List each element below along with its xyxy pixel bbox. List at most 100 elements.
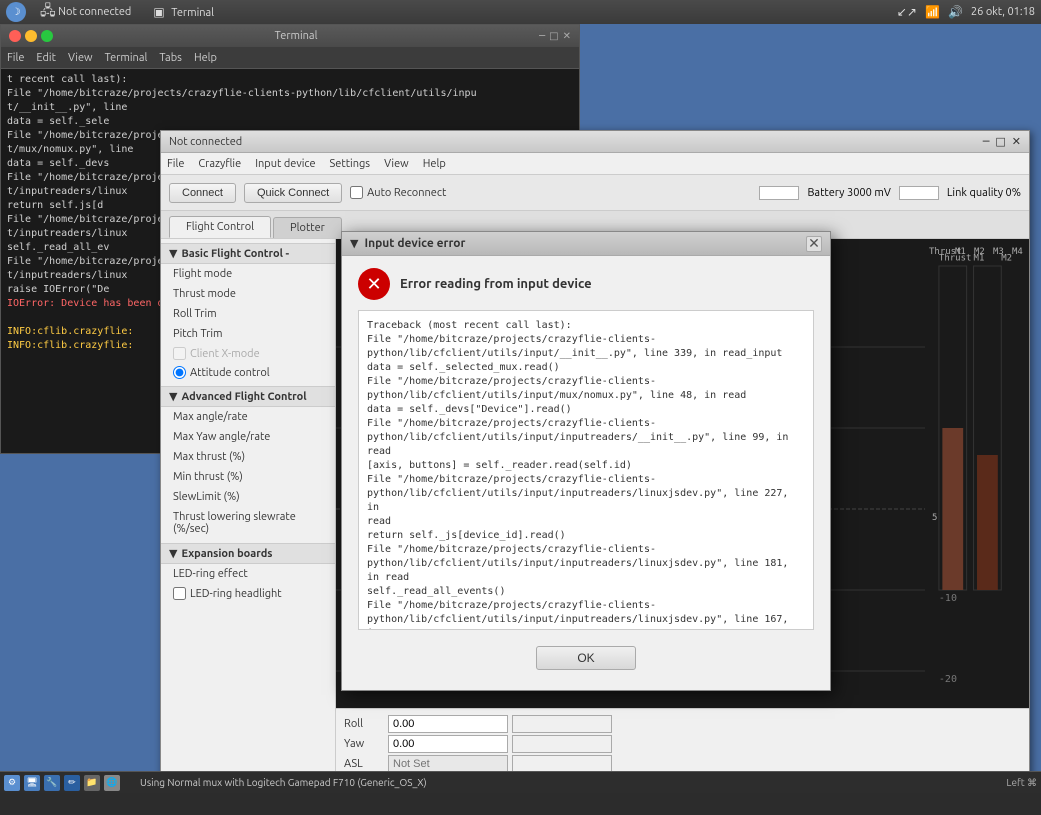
taskbar-icon-2[interactable]: 🖥 (24, 775, 40, 791)
ok-button[interactable]: OK (536, 646, 635, 670)
traceback-line: python/lib/cfclient/utils/input/__init__… (367, 347, 805, 361)
led-ring-headlight-checkbox[interactable] (173, 587, 186, 600)
os-logo[interactable]: ☽ (6, 2, 26, 22)
terminal-window-dots (9, 30, 53, 42)
thrust-mode-item[interactable]: Thrust mode (161, 284, 335, 304)
traceback-line: python/lib/cfclient/utils/input/inputrea… (367, 613, 805, 630)
taskbar-icon-3[interactable]: 🔧 (44, 775, 60, 791)
max-yaw-item[interactable]: Max Yaw angle/rate (161, 427, 335, 447)
roll-trim-item[interactable]: Roll Trim (161, 304, 335, 324)
basic-flight-header: ▼ Basic Flight Control - (161, 243, 335, 264)
led-ring-headlight-item[interactable]: LED-ring headlight (161, 584, 335, 603)
taskbar-icon-1[interactable]: ⚙ (4, 775, 20, 791)
taskbar-status: Using Normal mux with Logitech Gamepad F… (132, 777, 1002, 788)
svg-text:-20: -20 (939, 674, 957, 685)
terminal-line: data = self._sele (7, 115, 573, 129)
terminal-window-controls: ─ □ ✕ (539, 30, 571, 42)
slew-limit-item[interactable]: SlewLimit (%) (161, 487, 335, 507)
min-thrust-item[interactable]: Min thrust (%) (161, 467, 335, 487)
modal-traceback[interactable]: Traceback (most recent call last): File … (358, 310, 814, 630)
datetime: 26 okt, 01:18 (971, 6, 1035, 18)
yaw-input[interactable] (388, 735, 508, 753)
app-menu-crazyflie[interactable]: Crazyflie (198, 158, 241, 170)
thrust-lowering-item[interactable]: Thrust lowering slewrate (%/sec) (161, 507, 335, 539)
taskbar-system-icons: ⚙ 🖥 🔧 ✏ 📁 🌐 (4, 775, 120, 791)
max-thrust-item[interactable]: Max thrust (%) (161, 447, 335, 467)
traceback-header: Traceback (most recent call last): (367, 319, 805, 333)
yaw-label: Yaw (344, 738, 384, 750)
expansion-arrow: ▼ (169, 547, 177, 560)
roll-input[interactable] (388, 715, 508, 733)
app-close-icon[interactable]: ✕ (1012, 135, 1021, 148)
terminal-menu-tabs[interactable]: Tabs (159, 52, 182, 64)
traceback-line: File "/home/bitcraze/projects/crazyflie-… (367, 599, 805, 613)
taskbar-not-connected[interactable]: 🖧 Not connected (32, 0, 139, 26)
modal-close-button[interactable]: ✕ (806, 236, 822, 252)
terminal-menu-help[interactable]: Help (194, 52, 217, 64)
roll-row: Roll (344, 715, 1021, 733)
traceback-line: data = self._devs["Device"].read() (367, 403, 805, 417)
volume-icon: 🔊 (948, 5, 963, 19)
app-menu-settings[interactable]: Settings (330, 158, 371, 170)
client-xmode-item[interactable]: Client X-mode (161, 344, 335, 363)
battery-bar (759, 186, 799, 200)
traceback-line: return self._js[device_id].read() (367, 529, 805, 543)
tab-flight-control[interactable]: Flight Control (169, 216, 271, 238)
traceback-line: [axis, buttons] = self._reader.read(self… (367, 459, 805, 473)
m2-label: M2 (974, 247, 991, 257)
traceback-line: read (367, 515, 805, 529)
taskbar-icon-4[interactable]: ✏ (64, 775, 80, 791)
desktop: 🏠 Home 🦊 Firefox Web Browser 📄 README.tx… (0, 0, 1041, 793)
traceback-line: File "/home/bitcraze/projects/crazyflie-… (367, 417, 805, 431)
terminal-menu-terminal[interactable]: Terminal (105, 52, 148, 64)
app-menu-input[interactable]: Input device (255, 158, 315, 170)
terminal-menu-edit[interactable]: Edit (36, 52, 56, 64)
max-angle-item[interactable]: Max angle/rate (161, 407, 335, 427)
connect-button[interactable]: Connect (169, 183, 236, 203)
taskbar-icon-5[interactable]: 📁 (84, 775, 100, 791)
auto-reconnect-checkbox[interactable] (350, 186, 363, 199)
client-xmode-checkbox (173, 347, 186, 360)
flight-mode-item[interactable]: Flight mode (161, 264, 335, 284)
app-minimize-icon[interactable]: ─ (983, 135, 990, 148)
auto-reconnect-label[interactable]: Auto Reconnect (350, 186, 446, 199)
terminal-menubar: File Edit View Terminal Tabs Help (1, 47, 579, 69)
pitch-trim-item[interactable]: Pitch Trim (161, 324, 335, 344)
network-icon1: ↙↗ (897, 5, 917, 19)
traceback-line: data = self._selected_mux.read() (367, 361, 805, 375)
traceback-line: File "/home/bitcraze/projects/crazyflie-… (367, 473, 805, 487)
app-menu-file[interactable]: File (167, 158, 184, 170)
yaw-row: Yaw (344, 735, 1021, 753)
terminal-menu-view[interactable]: View (68, 52, 93, 64)
minimize-dot[interactable] (25, 30, 37, 42)
quick-connect-button[interactable]: Quick Connect (244, 183, 342, 203)
close-dot[interactable] (9, 30, 21, 42)
roll-extra (512, 715, 612, 733)
led-ring-effect-item[interactable]: LED-ring effect (161, 564, 335, 584)
yaw-extra (512, 735, 612, 753)
link-quality-bar (899, 186, 939, 200)
modal-header-row: ✕ Error reading from input device (358, 268, 814, 300)
tab-plotter[interactable]: Plotter (273, 217, 342, 238)
modal-title-icon: ▼ (350, 237, 358, 250)
app-menu-view[interactable]: View (384, 158, 409, 170)
app-titlebar: Not connected ─ □ ✕ (161, 131, 1029, 153)
traceback-line: python/lib/cfclient/utils/input/inputrea… (367, 557, 805, 585)
taskbar-icon-6[interactable]: 🌐 (104, 775, 120, 791)
close-icon[interactable]: ✕ (563, 30, 571, 42)
maximize-dot[interactable] (41, 30, 53, 42)
terminal-menu-file[interactable]: File (7, 52, 24, 64)
bottom-taskbar: ⚙ 🖥 🔧 ✏ 📁 🌐 Using Normal mux with Logite… (0, 771, 1041, 793)
app-maximize-icon[interactable]: □ (995, 135, 1005, 148)
left-panel: ▼ Basic Flight Control - Flight mode Thr… (161, 239, 336, 779)
modal-title: Input device error (364, 237, 465, 250)
maximize-icon[interactable]: □ (549, 30, 558, 42)
app-menu-help[interactable]: Help (423, 158, 446, 170)
attitude-control-item[interactable]: Attitude control (161, 363, 335, 382)
taskbar-terminal[interactable]: ▣ Terminal (145, 3, 222, 21)
thrust-column-labels: Thrust M1 M2 M3 M4 (929, 247, 1029, 257)
attitude-control-radio[interactable] (173, 366, 186, 379)
minimize-icon[interactable]: ─ (539, 30, 545, 42)
expansion-header: ▼ Expansion boards (161, 543, 335, 564)
terminal-line: t recent call last): (7, 73, 573, 87)
